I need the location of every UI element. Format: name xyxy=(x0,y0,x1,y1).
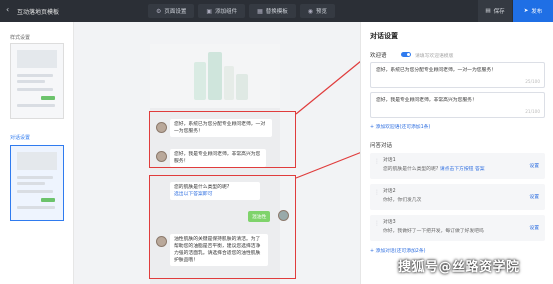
welcome-hint: 请填写欢迎语模版 xyxy=(415,54,454,59)
component-icon: ▣ xyxy=(206,7,213,15)
thumbnail-green-bubble xyxy=(41,198,55,202)
qa-card-2-title: 对话2 xyxy=(383,189,396,194)
thumbnail-line xyxy=(17,182,45,185)
bottle-image xyxy=(236,74,248,100)
right-panel: 对话设置 欢迎语 请填写欢迎语模版 您好，系统已为您分配专业顾问老师，一对一为您… xyxy=(360,22,553,284)
tab-label: 页面设置 xyxy=(164,9,187,15)
question-highlight-box xyxy=(149,175,296,279)
welcome-message-1-text: 您好，系统已为您分配专业顾问老师，一对一为您服务！ xyxy=(376,68,496,73)
settings-icon: ⚙ xyxy=(156,7,162,15)
publish-icon: ➤ xyxy=(523,8,529,14)
qa-card-1-subtitle: 您的肌肤是什么类型的呢? 请点击下方按钮 答案 xyxy=(383,165,485,172)
template-icon: ▦ xyxy=(257,7,263,15)
save-label: 保存 xyxy=(493,9,505,15)
toolbar-tabs: ⚙ 页面设置 ▣ 添加组件 ▦ 替换模板 ◉ 预览 xyxy=(148,4,336,18)
thumbnail-line xyxy=(17,190,53,193)
welcome-label: 欢迎语 xyxy=(370,53,387,59)
tab-label: 替换模板 xyxy=(265,9,288,15)
qa-card-2-settings-link[interactable]: 设置 xyxy=(529,193,539,200)
drag-handle-icon[interactable]: ⋮ xyxy=(374,220,380,227)
style-settings-thumbnail[interactable] xyxy=(10,43,64,119)
add-welcome-link[interactable]: + 添加欢迎语(还可添加1条) xyxy=(370,123,430,130)
dialog-settings-thumbnail[interactable] xyxy=(10,145,64,221)
tab-add-component[interactable]: ▣ 添加组件 xyxy=(198,4,246,18)
qa-card-3[interactable]: ⋮ 对话3 你好，我做好了一下把开发，每订做了好发吧吗 设置 xyxy=(370,215,545,241)
qa-dialog-label: 问答对话 xyxy=(370,143,393,149)
qa-card-2-subtitle: 你好，你们发几次 xyxy=(383,198,422,203)
watermark-text: 搜狐号@丝路资学院 xyxy=(398,260,520,275)
top-bar: ‹ 互动落地页模板 ⚙ 页面设置 ▣ 添加组件 ▦ 替换模板 ◉ 预览 ▤ 保存… xyxy=(0,0,553,22)
tab-label: 预览 xyxy=(316,9,328,15)
thumbnail-line xyxy=(17,74,53,77)
save-button[interactable]: ▤ 保存 xyxy=(478,0,512,22)
thumbnail-line xyxy=(17,176,53,179)
qa-card-1-settings-link[interactable]: 设置 xyxy=(529,162,539,169)
bottle-image xyxy=(194,62,206,100)
thumbnail-line xyxy=(17,88,53,91)
welcome-highlight-box xyxy=(149,111,296,168)
publish-label: 发布 xyxy=(531,9,543,15)
product-hero-image xyxy=(150,44,280,108)
style-settings-label: 样式设置 xyxy=(10,35,31,41)
thumbnail-line xyxy=(17,104,55,107)
canvas-area: 您好，系统已为您分配专业顾问老师，一对一为您服务！ 您好，我是专业顾问老师，非常… xyxy=(74,22,360,284)
thumbnail-image xyxy=(17,50,57,68)
qa-card-1-question: 您的肌肤是什么类型的呢? xyxy=(383,167,439,172)
left-panel: 样式设置 对话设置 xyxy=(0,22,74,284)
qa-card-1-title: 对话1 xyxy=(383,158,396,163)
qa-card-1[interactable]: ⋮ 对话1 您的肌肤是什么类型的呢? 请点击下方按钮 答案 设置 xyxy=(370,153,545,179)
page-title: 互动落地页模板 xyxy=(17,9,60,16)
welcome-message-2-counter: 21/100 xyxy=(525,109,540,114)
dialog-settings-label: 对话设置 xyxy=(10,135,31,141)
qa-card-2[interactable]: ⋮ 对话2 你好，你们发几次 设置 xyxy=(370,184,545,210)
tab-replace-template[interactable]: ▦ 替换模板 xyxy=(249,4,296,18)
tab-label: 添加组件 xyxy=(215,9,238,15)
tab-page-settings[interactable]: ⚙ 页面设置 xyxy=(148,4,195,18)
thumbnail-line xyxy=(17,80,45,83)
thumbnail-line xyxy=(17,206,55,209)
dialog-settings-title: 对话设置 xyxy=(370,32,398,40)
save-icon: ▤ xyxy=(485,8,491,14)
qa-card-3-title: 对话3 xyxy=(383,220,396,225)
welcome-message-2-field[interactable]: 您好，我是专业顾问老师，非常高兴为您服务！ 21/100 xyxy=(370,92,545,118)
bottle-image xyxy=(224,66,234,100)
add-dialog-link[interactable]: + 添加对话(还可添加2条) xyxy=(370,247,426,254)
back-icon[interactable]: ‹ xyxy=(6,5,9,14)
welcome-message-1-counter: 25/100 xyxy=(525,79,540,84)
qa-card-3-subtitle: 你好，我做好了一下把开发，每订做了好发吧吗 xyxy=(383,229,484,234)
tab-preview[interactable]: ◉ 预览 xyxy=(299,4,336,18)
thumbnail-green-bubble xyxy=(41,96,55,100)
eye-icon: ◉ xyxy=(307,7,314,15)
qa-card-3-settings-link[interactable]: 设置 xyxy=(529,224,539,231)
bottle-image xyxy=(208,52,222,100)
qa-card-1-link[interactable]: 请点击下方按钮 答案 xyxy=(440,167,485,172)
welcome-message-2-text: 您好，我是专业顾问老师，非常高兴为您服务！ xyxy=(376,98,477,103)
publish-button[interactable]: ➤ 发布 xyxy=(513,0,553,22)
welcome-toggle[interactable] xyxy=(401,52,411,57)
welcome-message-1-field[interactable]: 您好，系统已为您分配专业顾问老师，一对一为您服务！ 25/100 xyxy=(370,62,545,88)
drag-handle-icon[interactable]: ⋮ xyxy=(374,158,380,165)
thumbnail-image xyxy=(17,152,57,170)
drag-handle-icon[interactable]: ⋮ xyxy=(374,189,380,196)
